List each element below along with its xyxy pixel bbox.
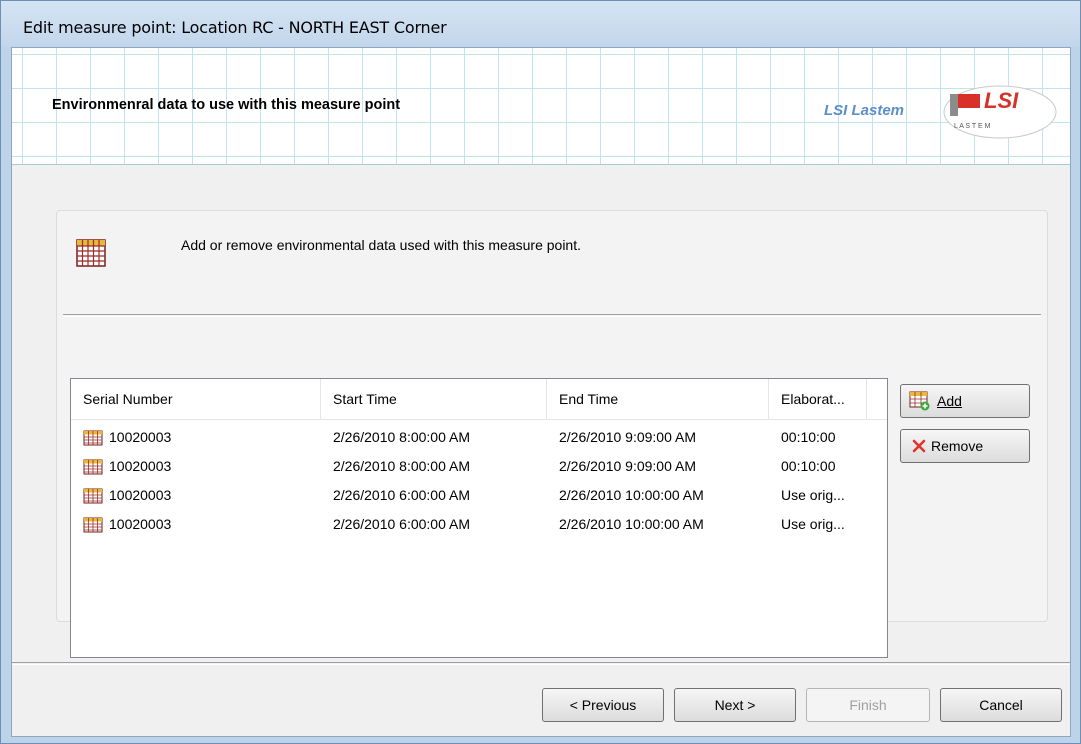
table-add-icon (909, 391, 930, 411)
column-header-start-time[interactable]: Start Time (321, 379, 547, 419)
cancel-button[interactable]: Cancel (940, 688, 1062, 722)
cell-serial: 10020003 (109, 458, 172, 474)
logo-subtext: L A S T E M (954, 123, 991, 130)
column-header-serial[interactable]: Serial Number (71, 379, 321, 419)
cell-serial: 10020003 (109, 429, 172, 445)
cell-end-time: 2/26/2010 10:00:00 AM (559, 516, 704, 532)
cell-elaboration: Use orig... (781, 516, 845, 532)
title-bar[interactable]: Edit measure point: Location RC - NORTH … (1, 1, 1080, 47)
table-row[interactable]: 10020003 2/26/2010 6:00:00 AM 2/26/2010 … (71, 510, 887, 539)
grid-table-icon (83, 488, 103, 504)
cell-end-time: 2/26/2010 9:09:00 AM (559, 429, 696, 445)
lsi-logo-icon: LSI L A S T E M (943, 85, 1057, 139)
brand-name: LSI Lastem (824, 102, 905, 119)
add-button-label: Add (937, 393, 962, 409)
column-label: Elaborat... (781, 391, 845, 407)
cell-end-time: 2/26/2010 10:00:00 AM (559, 487, 704, 503)
footer-divider (12, 662, 1070, 665)
next-button[interactable]: Next > (674, 688, 796, 722)
cell-serial: 10020003 (109, 487, 172, 503)
grid-table-icon (83, 517, 103, 533)
add-button[interactable]: Add (900, 384, 1030, 418)
group-divider (63, 314, 1041, 317)
list-header: Serial Number Start Time End Time Elabor… (71, 379, 887, 420)
table-row[interactable]: 10020003 2/26/2010 8:00:00 AM 2/26/2010 … (71, 452, 887, 481)
cell-start-time: 2/26/2010 6:00:00 AM (333, 487, 470, 503)
cell-start-time: 2/26/2010 8:00:00 AM (333, 458, 470, 474)
previous-button[interactable]: < Previous (542, 688, 664, 722)
remove-button-label: Remove (931, 438, 984, 454)
page-title: Environmenral data to use with this meas… (52, 97, 401, 113)
wizard-window: Edit measure point: Location RC - NORTH … (0, 0, 1081, 744)
table-row[interactable]: 10020003 2/26/2010 8:00:00 AM 2/26/2010 … (71, 423, 887, 452)
cell-start-time: 2/26/2010 8:00:00 AM (333, 429, 470, 445)
previous-button-label: < Previous (569, 697, 637, 713)
group-description: Add or remove environmental data used wi… (181, 237, 581, 253)
cell-elaboration: Use orig... (781, 487, 845, 503)
wizard-content: Environmenral data to use with this meas… (11, 47, 1071, 737)
finish-button-label: Finish (849, 697, 887, 713)
table-row[interactable]: 10020003 2/26/2010 6:00:00 AM 2/26/2010 … (71, 481, 887, 510)
cell-end-time: 2/26/2010 9:09:00 AM (559, 458, 696, 474)
remove-button[interactable]: Remove (900, 429, 1030, 463)
cell-start-time: 2/26/2010 6:00:00 AM (333, 516, 470, 532)
column-header-elaboration[interactable]: Elaborat... (769, 379, 867, 419)
grid-table-icon (76, 239, 106, 267)
wizard-header: Environmenral data to use with this meas… (12, 48, 1070, 165)
column-label: End Time (559, 391, 619, 407)
next-button-label: Next > (714, 697, 756, 713)
cell-elaboration: 00:10:00 (781, 458, 836, 474)
grid-table-icon (83, 459, 103, 475)
column-header-end-time[interactable]: End Time (547, 379, 769, 419)
logo-text: LSI (984, 88, 1019, 113)
grid-table-icon (83, 430, 103, 446)
column-label: Start Time (333, 391, 397, 407)
cell-serial: 10020003 (109, 516, 172, 532)
environmental-data-list[interactable]: Serial Number Start Time End Time Elabor… (70, 378, 888, 658)
cell-elaboration: 00:10:00 (781, 429, 836, 445)
red-x-icon (912, 439, 926, 453)
window-title: Edit measure point: Location RC - NORTH … (23, 18, 447, 37)
cancel-button-label: Cancel (979, 697, 1023, 713)
column-label: Serial Number (83, 391, 173, 407)
finish-button[interactable]: Finish (806, 688, 930, 722)
